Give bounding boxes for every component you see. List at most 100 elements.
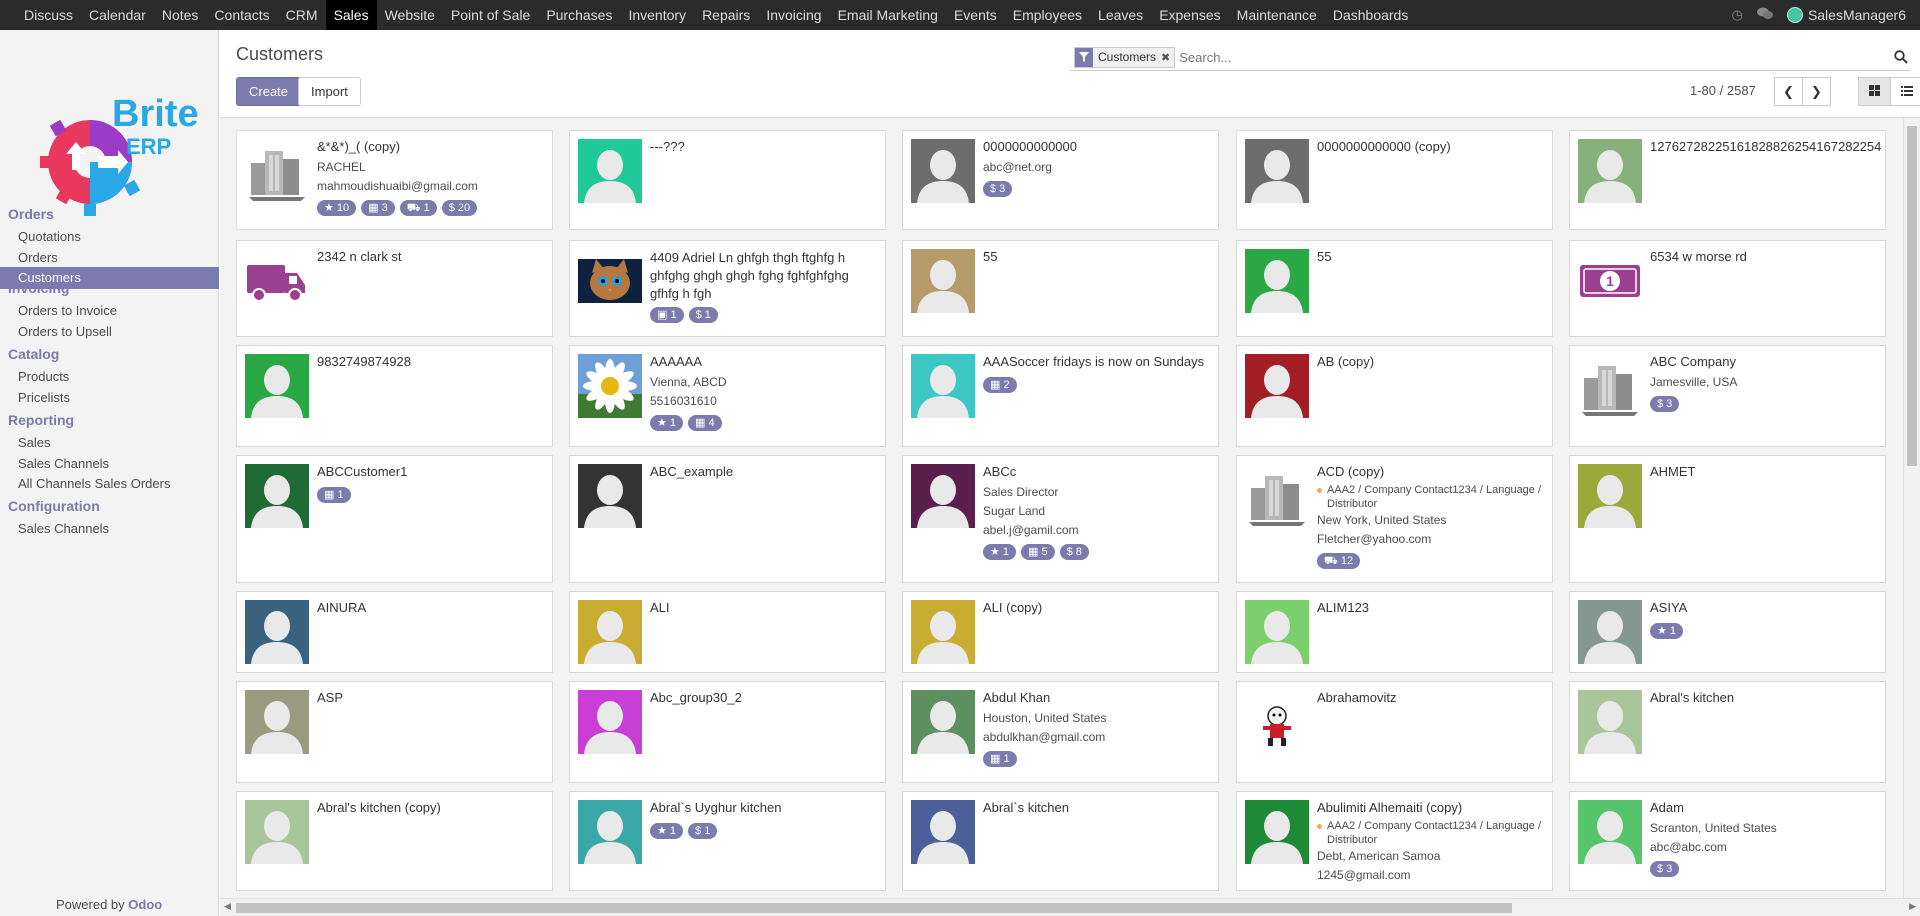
customer-card[interactable]: 1 6534 w morse rd [1569, 240, 1886, 337]
customer-card[interactable]: Abral's kitchen [1569, 681, 1886, 783]
stat-badge[interactable]: $ 8 [1059, 544, 1089, 560]
customer-card[interactable]: 12762728225161828826254167282254152 [1569, 130, 1886, 230]
customer-card[interactable]: ASIYA ★ 1 [1569, 591, 1886, 673]
customer-card[interactable]: 4409 Adriel Ln ghfgh thgh ftghfg h ghfgh… [569, 240, 886, 337]
sidebar-item-all-channels-sales-orders[interactable]: All Channels Sales Orders [0, 473, 219, 495]
sidebar-item-products[interactable]: Products [0, 366, 219, 388]
pager-previous-button[interactable]: ❮ [1774, 77, 1803, 106]
customer-card[interactable]: AINURA [236, 591, 553, 673]
customer-card[interactable]: AB (copy) [1236, 345, 1553, 447]
menu-item-notes[interactable]: Notes [154, 0, 207, 30]
user-menu[interactable]: SalesManager6 [1786, 7, 1906, 23]
stat-badge[interactable]: ★ 1 [650, 823, 684, 839]
customer-card[interactable]: 2342 n clark st [236, 240, 553, 337]
sidebar-item-orders-to-invoice[interactable]: Orders to Invoice [0, 300, 219, 322]
search-icon[interactable] [1894, 50, 1908, 67]
customer-card[interactable]: 0000000000000 (copy) [1236, 130, 1553, 230]
sidebar-item-sales-channels[interactable]: Sales Channels [0, 453, 219, 475]
stat-badge[interactable]: ⛟ 1 [399, 200, 437, 216]
menu-item-discuss[interactable]: Discuss [16, 0, 81, 30]
stat-badge[interactable]: ▦ 3 [361, 200, 395, 216]
customer-card[interactable]: ABCCustomer1 ▦ 1 [236, 455, 553, 583]
sidebar-item-sales-channels[interactable]: Sales Channels [0, 518, 219, 540]
customer-card[interactable]: AAASoccer fridays is now on Sundays ▦ 2 [902, 345, 1219, 447]
customer-card[interactable]: AAAAAA Vienna, ABCD 5516031610 ★ 1 ▦ 4 [569, 345, 886, 447]
stat-badge[interactable]: ▦ 1 [983, 751, 1017, 767]
customer-card[interactable]: ABCc Sales Director Sugar Land abel.j@gamil… [902, 455, 1219, 583]
customer-card[interactable]: ALI [569, 591, 886, 673]
sidebar-item-orders[interactable]: Orders [0, 247, 219, 269]
stat-badge[interactable]: $ 1 [688, 307, 718, 323]
odoo-link[interactable]: Odoo [128, 897, 162, 912]
menu-item-employees[interactable]: Employees [1005, 0, 1090, 30]
search-input[interactable] [1179, 49, 1880, 65]
sidebar-item-sales[interactable]: Sales [0, 432, 219, 454]
stat-badge[interactable]: ▣ 1 [650, 307, 684, 323]
kanban-view-button[interactable] [1858, 77, 1891, 106]
sidebar-item-pricelists[interactable]: Pricelists [0, 387, 219, 409]
vertical-scrollbar[interactable] [1903, 118, 1920, 898]
customer-card[interactable]: ALIM123 [1236, 591, 1553, 673]
stat-badge[interactable]: ▦ 1 [317, 487, 351, 503]
import-button[interactable]: Import [298, 77, 361, 106]
customer-card[interactable]: 9832749874928 [236, 345, 553, 447]
clock-icon[interactable]: ◷ [1732, 7, 1743, 23]
menu-item-crm[interactable]: CRM [278, 0, 326, 30]
customer-card[interactable]: ACD (copy) AAA2 / Company Contact1234 / L… [1236, 455, 1553, 583]
menu-item-calendar[interactable]: Calendar [81, 0, 154, 30]
stat-badge[interactable]: $ 1 [688, 823, 718, 839]
customer-card[interactable]: ASP [236, 681, 553, 783]
stat-badge[interactable]: $ 3 [983, 181, 1013, 197]
sidebar-item-orders-to-upsell[interactable]: Orders to Upsell [0, 321, 219, 343]
stat-badge[interactable]: $ 3 [1650, 861, 1680, 877]
customer-card[interactable]: 55 [902, 240, 1219, 337]
stat-badge[interactable]: $ 3 [1650, 396, 1680, 412]
create-button[interactable]: Create [236, 77, 302, 106]
menu-item-maintenance[interactable]: Maintenance [1229, 0, 1325, 30]
stat-badge[interactable]: ▦ 4 [688, 415, 722, 431]
pager-value[interactable]: 1-80 / 2587 [1690, 83, 1756, 98]
customer-card[interactable]: 55 [1236, 240, 1553, 337]
stat-badge[interactable]: ⛟ 12 [1317, 553, 1361, 569]
menu-item-dashboards[interactable]: Dashboards [1325, 0, 1417, 30]
customer-card[interactable]: Abral's kitchen (copy) [236, 791, 553, 891]
menu-item-purchases[interactable]: Purchases [538, 0, 620, 30]
horizontal-scrollbar[interactable]: ◀ ▶ [220, 898, 1920, 916]
menu-item-point-of-sale[interactable]: Point of Sale [443, 0, 538, 30]
customer-card[interactable]: ABC Company Jamesville, USA $ 3 [1569, 345, 1886, 447]
customer-card[interactable]: Abulimiti Alhemaiti (copy) AAA2 / Company… [1236, 791, 1553, 891]
customer-card[interactable]: Abrahamovitz [1236, 681, 1553, 783]
menu-item-website[interactable]: Website [377, 0, 443, 30]
stat-badge[interactable]: ★ 1 [650, 415, 684, 431]
customer-card[interactable]: ABC_example [569, 455, 886, 583]
stat-badge[interactable]: ▦ 5 [1021, 544, 1055, 560]
close-icon[interactable]: ✖ [1161, 51, 1174, 64]
stat-badge[interactable]: $ 20 [441, 200, 478, 216]
customer-card[interactable]: Abral`s kitchen [902, 791, 1219, 891]
vertical-scroll-thumb[interactable] [1907, 126, 1917, 466]
menu-item-repairs[interactable]: Repairs [694, 0, 758, 30]
pager-next-button[interactable]: ❯ [1802, 77, 1831, 106]
customer-card[interactable]: Adam Scranton, United States abc@abc.com $ … [1569, 791, 1886, 891]
customer-card[interactable]: Abral`s Uyghur kitchen ★ 1 $ 1 [569, 791, 886, 891]
menu-item-expenses[interactable]: Expenses [1151, 0, 1228, 30]
sidebar-item-quotations[interactable]: Quotations [0, 226, 219, 248]
customer-card[interactable]: AHMET [1569, 455, 1886, 583]
list-view-button[interactable] [1890, 77, 1920, 106]
scroll-left-icon[interactable]: ◀ [224, 901, 231, 912]
customer-card[interactable]: &*&*)_( (copy) RACHEL mahmoudishuaibi@gmai… [236, 130, 553, 230]
filter-facet[interactable]: Customers ✖ [1074, 46, 1176, 68]
customer-card[interactable]: ---??? [569, 130, 886, 230]
menu-item-email-marketing[interactable]: Email Marketing [830, 0, 946, 30]
horizontal-scroll-thumb[interactable] [236, 903, 1512, 913]
menu-item-sales[interactable]: Sales [325, 0, 377, 30]
menu-item-events[interactable]: Events [946, 0, 1005, 30]
menu-item-leaves[interactable]: Leaves [1090, 0, 1151, 30]
customer-card[interactable]: Abdul Khan Houston, United States abdulkha… [902, 681, 1219, 783]
stat-badge[interactable]: ★ 1 [983, 544, 1017, 560]
stat-badge[interactable]: ▦ 2 [983, 377, 1017, 393]
customer-card[interactable]: 0000000000000 abc@net.org $ 3 [902, 130, 1219, 230]
menu-item-inventory[interactable]: Inventory [620, 0, 694, 30]
menu-item-contacts[interactable]: Contacts [206, 0, 277, 30]
stat-badge[interactable]: ★ 10 [317, 200, 357, 216]
